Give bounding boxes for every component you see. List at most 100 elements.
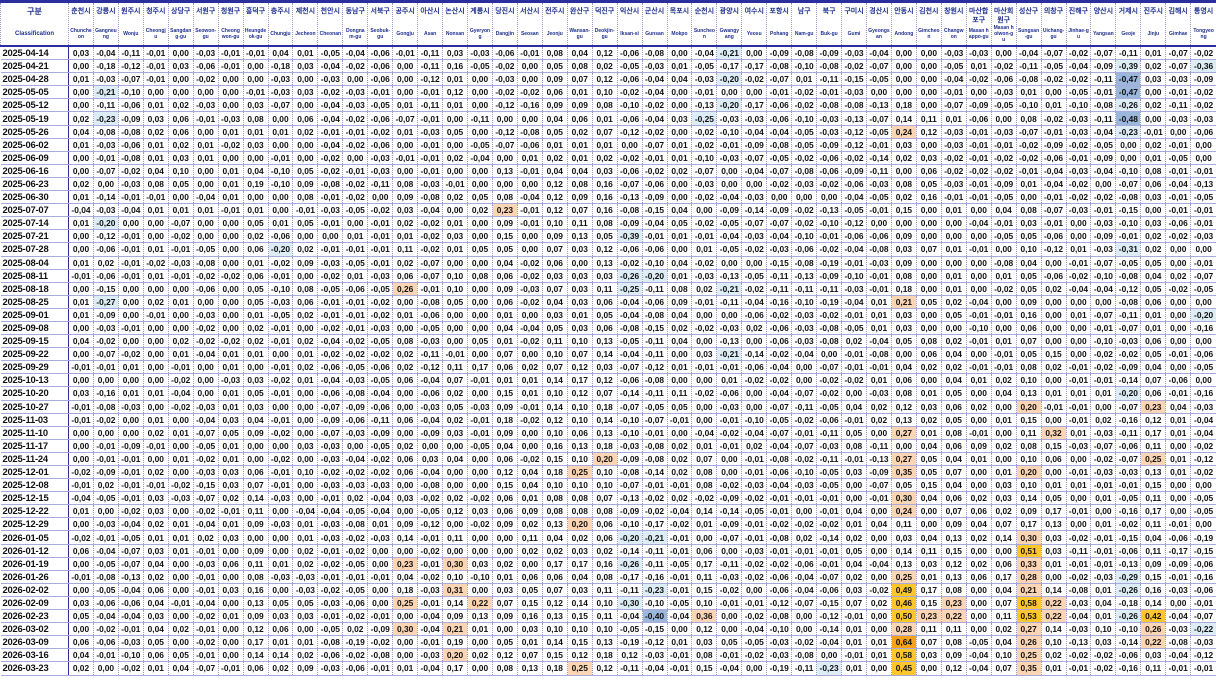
value-cell: 0,00 [392,59,418,74]
value-cell: 0,58 [1015,596,1042,611]
value-cell: -0,04 [117,583,144,597]
column-header: 창원시 Changwon [940,1,967,47]
value-cell: 0,53 [1015,609,1042,624]
value-cell: -0,02 [766,517,792,532]
value-cell: -0,02 [841,373,867,388]
value-cell: -0,15 [816,596,842,611]
value-cell: 0,00 [915,373,942,388]
value-cell: 0,02 [68,111,94,126]
value-cell: 0,06 [915,347,942,362]
column-header-ko: 마산합포구 [969,8,989,24]
value-cell: 0,23 [491,203,518,218]
column-header-en: Asan [423,31,437,37]
value-cell: 0,01 [217,177,244,192]
value-cell: -0,03 [1115,465,1141,480]
value-cell: -0,01 [442,347,468,362]
value-cell: -0,11 [367,413,393,427]
value-cell: 0,00 [666,85,692,100]
value-cell: 0,02 [541,544,568,558]
value-cell: -0,05 [741,635,767,650]
value-cell: -0,01 [1065,504,1091,519]
value-cell: 0,17 [990,570,1017,584]
value-cell: 0,03 [890,242,917,257]
value-cell: -0,19 [766,661,792,676]
value-cell: -0,02 [367,308,393,322]
value-cell: 0,01 [866,308,892,322]
row-date: 2025-05-05 [0,85,69,100]
value-cell: 0,16 [591,190,618,205]
value-cell: -0,04 [666,609,692,624]
value-cell: -0,02 [317,85,343,100]
value-cell: -0,47 [1115,85,1141,100]
value-cell: 0,00 [68,98,94,113]
value-cell: 0,02 [467,203,493,218]
value-cell: 0,01 [1040,557,1066,571]
value-cell: -0,01 [217,504,244,519]
value-cell: 0,00 [866,216,892,231]
value-cell: 0,00 [1165,295,1191,309]
value-cell: 0,02 [666,164,692,178]
value-cell: -0,16 [1190,386,1216,401]
value-cell: 0,00 [292,400,318,414]
value-cell: -0,01 [1065,557,1091,571]
value-cell: 0,00 [117,216,144,231]
value-cell: 0,00 [292,478,318,493]
value-cell: 0,14 [541,373,568,388]
value-cell: 0,00 [816,347,842,362]
column-header-en: Pohang [770,31,789,37]
value-cell: 0,05 [242,386,268,401]
value-cell: -0,04 [417,622,443,637]
value-cell: -0,01 [92,439,119,453]
value-cell: -0,02 [641,504,667,519]
column-header: 동남구 Dongnam-gu [342,1,368,47]
value-cell: 0,00 [442,256,468,270]
value-cell: 0,06 [1140,334,1166,349]
value-cell: -0,02 [766,373,792,388]
value-cell: -0,04 [616,347,643,362]
column-header: 순천시 Suncheon [691,1,717,47]
value-cell: 0,00 [915,216,942,231]
row-date: 2025-05-19 [0,111,69,126]
value-cell: 0,00 [217,256,244,270]
value-cell: 0,28 [1015,570,1042,584]
value-cell: -0,01 [317,609,343,624]
value-cell: -0,11 [866,439,892,453]
value-cell: 0,04 [392,570,418,584]
value-cell: -0,03 [92,203,119,218]
value-cell: -0,03 [990,125,1017,139]
value-cell: -0,01 [192,648,219,663]
value-cell: -0,02 [841,59,867,74]
value-cell: 0,02 [68,177,94,192]
value-cell: -0,01 [267,151,293,165]
value-cell: 0,03 [292,59,318,74]
value-cell: 0,01 [217,439,244,453]
value-cell: -0,14 [92,190,119,205]
value-cell: 0,05 [1140,282,1166,296]
value-cell: -0,15 [641,622,667,637]
value-cell: 0,02 [516,517,543,532]
value-cell: -0,02 [1190,46,1216,61]
value-cell: 0,05 [292,216,318,231]
value-cell: 0,13 [516,661,543,676]
value-cell: -0,01 [1090,557,1116,571]
value-cell: 0,02 [392,439,418,453]
value-cell: -0,04 [92,609,119,624]
value-cell: -0,07 [791,596,817,611]
value-cell: 0,15 [691,583,717,597]
value-cell: -0,03 [1165,583,1191,597]
value-cell: 0,09 [1140,557,1166,571]
value-cell: -0,02 [841,151,867,165]
value-cell: -0,04 [641,72,667,87]
value-cell: -0,08 [816,321,842,336]
value-cell: 0,01 [142,138,169,152]
value-cell: 0,02 [566,125,593,139]
value-cell: 0,07 [591,125,618,139]
value-cell: 0,00 [890,46,917,61]
value-cell: -0,02 [1190,85,1216,100]
value-cell: 0,00 [1065,334,1091,349]
value-cell: -0,07 [1190,269,1216,283]
value-cell: -0,01 [142,308,169,322]
value-cell: -0,11 [816,282,842,296]
value-cell: 0,00 [467,256,493,270]
value-cell: 0,00 [1190,373,1216,388]
